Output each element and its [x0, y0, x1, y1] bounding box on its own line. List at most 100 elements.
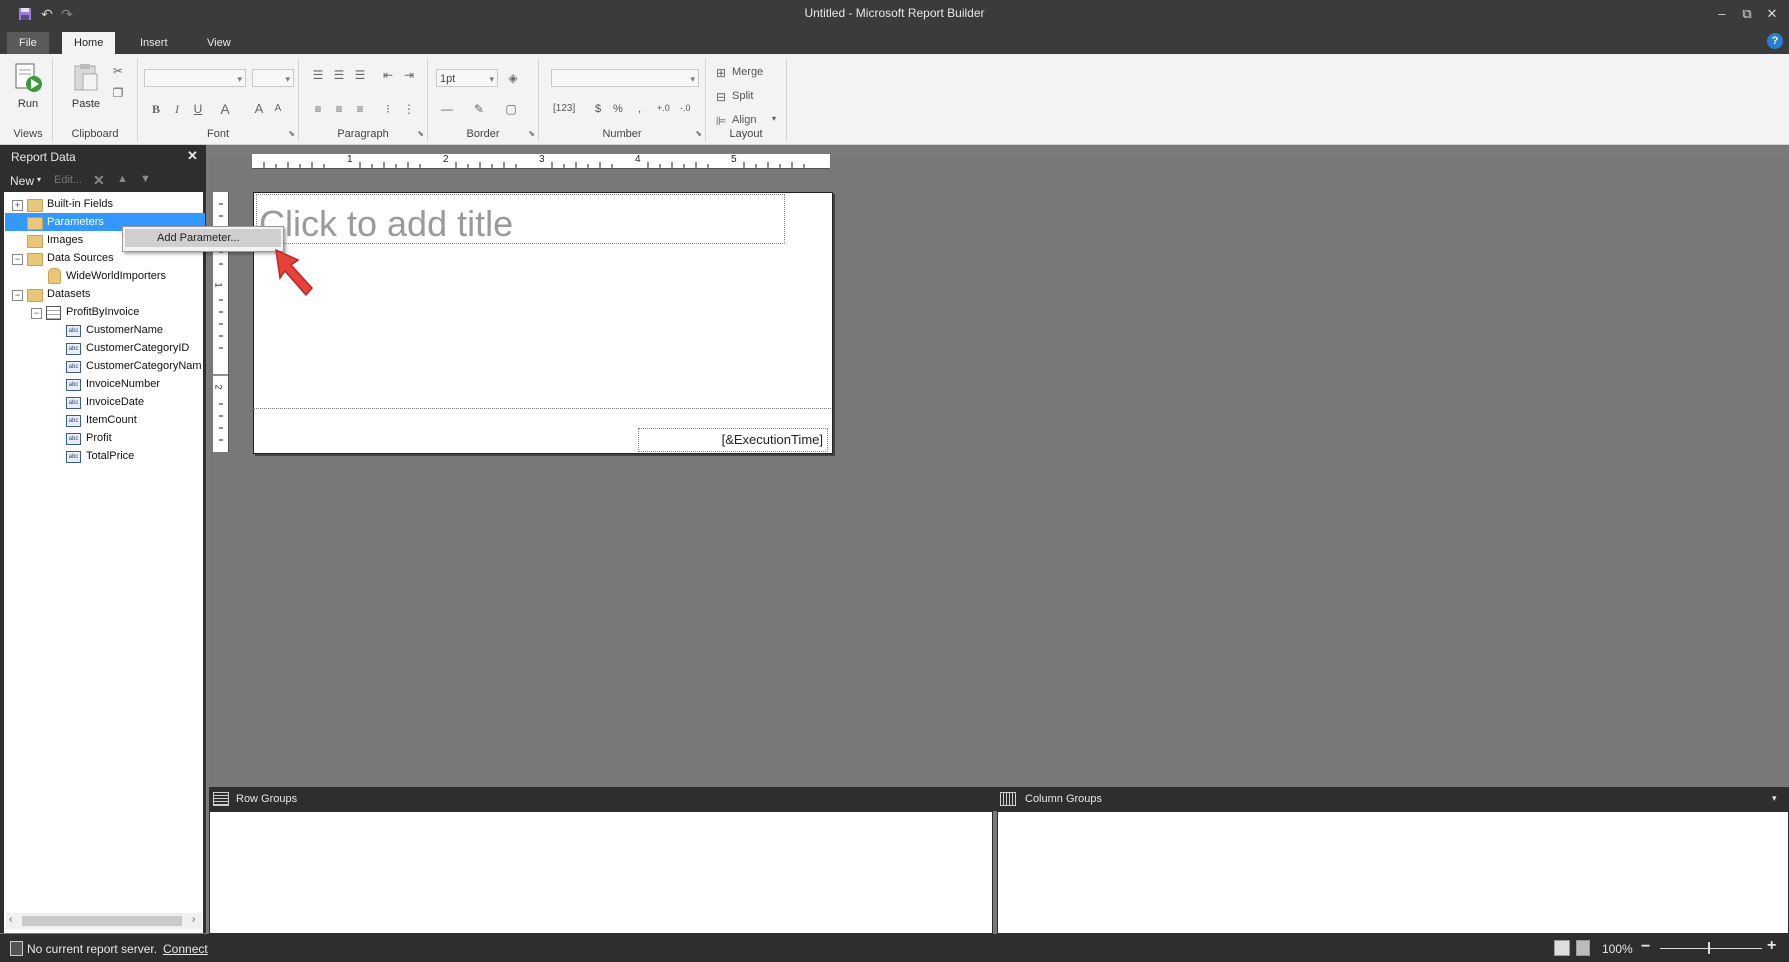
tree-item-datasets[interactable]: Datasets — [47, 285, 90, 303]
tree-item-profitbyinvoice[interactable]: ProfitByInvoice — [66, 303, 139, 321]
delete-icon[interactable]: ✕ — [93, 172, 105, 189]
placeholder-format-button[interactable]: [123] — [553, 103, 575, 114]
border-color-icon[interactable]: ✎ — [470, 100, 488, 118]
grow-font-button[interactable]: A — [250, 100, 268, 118]
decrease-indent-icon[interactable]: ⇤ — [379, 66, 397, 84]
zoom-in-button[interactable]: + — [1767, 937, 1776, 955]
copy-icon[interactable]: ❐ — [109, 84, 127, 102]
field-icon: abc — [66, 433, 81, 445]
field-item[interactable]: ItemCount — [86, 411, 137, 429]
collapse-datasets-icon[interactable]: − — [12, 290, 23, 301]
scrollbar-thumb[interactable] — [22, 916, 182, 926]
align-center-icon[interactable]: ≡ — [330, 100, 348, 118]
close-window-button[interactable]: ✕ — [1759, 4, 1785, 24]
borders-icon[interactable]: ▢ — [502, 100, 520, 118]
fill-color-icon[interactable]: ◈ — [504, 69, 522, 87]
font-color-button[interactable]: A — [216, 100, 234, 118]
number-format-combo[interactable]: ▾ — [551, 69, 699, 87]
collapse-dataset-icon[interactable]: − — [31, 308, 42, 319]
number-dialog-launcher-icon[interactable]: ⬊ — [695, 129, 702, 138]
design-view-icon[interactable] — [1554, 940, 1570, 956]
layout-group-label: Layout — [729, 128, 763, 140]
close-pane-button[interactable]: ✕ — [187, 148, 198, 164]
font-group-label: Font — [206, 128, 229, 140]
title-textbox[interactable]: Click to add title — [256, 194, 785, 244]
zoom-slider-thumb[interactable] — [1708, 942, 1710, 954]
align-bottom-icon[interactable]: ☰ — [351, 66, 369, 84]
connect-link[interactable]: Connect — [163, 942, 208, 956]
align-right-icon[interactable]: ≡ — [351, 100, 369, 118]
shrink-font-button[interactable]: A — [269, 100, 287, 118]
currency-button[interactable]: $ — [595, 103, 601, 115]
underline-button[interactable]: U — [189, 100, 207, 118]
field-item[interactable]: CustomerCategoryID — [86, 339, 189, 357]
split-button[interactable]: Split — [732, 90, 753, 102]
scroll-right-icon[interactable]: › — [192, 914, 195, 925]
tab-home[interactable]: Home — [62, 32, 116, 54]
increase-decimal-button[interactable]: +.0 — [657, 103, 670, 113]
decrease-decimal-button[interactable]: -.0 — [680, 103, 691, 113]
expand-builtin-fields-icon[interactable]: + — [12, 200, 23, 211]
grouping-pane-header: Row Groups Column Groups ▾ — [209, 787, 1789, 811]
merge-button[interactable]: Merge — [732, 66, 763, 78]
italic-button[interactable]: I — [168, 100, 186, 118]
execution-time-textbox[interactable]: [&ExecutionTime] — [638, 428, 828, 452]
increase-indent-icon[interactable]: ⇥ — [400, 66, 418, 84]
column-groups-pane[interactable] — [997, 811, 1789, 934]
field-item[interactable]: CustomerCategoryNam — [86, 357, 204, 375]
tab-insert[interactable]: Insert — [128, 32, 180, 54]
font-dialog-launcher-icon[interactable]: ⬊ — [288, 129, 295, 138]
pane-horizontal-scrollbar[interactable]: ‹ › — [6, 913, 202, 929]
field-item[interactable]: InvoiceDate — [86, 393, 144, 411]
border-style-icon[interactable]: — — [438, 100, 456, 118]
tree-item-wideworldimporters[interactable]: WideWorldImporters — [66, 267, 166, 285]
run-button[interactable]: Run — [7, 62, 49, 110]
percent-button[interactable]: % — [613, 103, 623, 115]
run-icon — [15, 63, 42, 92]
cut-icon[interactable]: ✂ — [109, 62, 127, 80]
field-item[interactable]: InvoiceNumber — [86, 375, 160, 393]
views-group: Run Views — [4, 58, 53, 142]
align-middle-icon[interactable]: ☰ — [330, 66, 348, 84]
align-left-icon[interactable]: ≡ — [309, 100, 327, 118]
border-dialog-launcher-icon[interactable]: ⬊ — [528, 129, 535, 138]
add-parameter-menu-item[interactable]: Add Parameter... — [125, 229, 281, 247]
scroll-left-icon[interactable]: ‹ — [9, 914, 12, 925]
zoom-out-button[interactable]: − — [1641, 938, 1650, 956]
grouping-options-dropdown-icon[interactable]: ▾ — [1772, 793, 1777, 804]
edit-button[interactable]: Edit... — [54, 174, 82, 186]
minimize-button[interactable]: – — [1709, 4, 1735, 24]
move-down-icon[interactable]: ▼ — [140, 173, 151, 185]
font-family-combo[interactable]: ▾ — [144, 69, 246, 87]
field-item[interactable]: CustomerName — [86, 321, 163, 339]
zoom-slider[interactable] — [1660, 948, 1762, 949]
font-size-combo[interactable]: ▾ — [252, 69, 294, 87]
field-item[interactable]: TotalPrice — [86, 447, 134, 465]
restore-button[interactable]: ⧉ — [1734, 4, 1760, 24]
collapse-data-sources-icon[interactable]: − — [12, 254, 23, 265]
comma-button[interactable]: , — [638, 103, 641, 115]
bold-button[interactable]: B — [147, 100, 165, 118]
tree-item-images[interactable]: Images — [47, 231, 83, 249]
paragraph-dialog-launcher-icon[interactable]: ⬊ — [417, 129, 424, 138]
new-dropdown-icon[interactable]: ▾ — [37, 175, 41, 184]
help-icon[interactable]: ? — [1767, 33, 1783, 49]
tree-item-builtin-fields[interactable]: Built-in Fields — [47, 195, 113, 213]
paste-button[interactable]: Paste — [65, 62, 107, 110]
tree-item-data-sources[interactable]: Data Sources — [47, 249, 114, 267]
row-groups-pane[interactable] — [209, 811, 993, 934]
tab-file[interactable]: File — [7, 32, 49, 54]
align-dropdown-icon[interactable]: ▾ — [772, 114, 776, 123]
numbering-icon[interactable]: ⋮ — [400, 100, 418, 118]
tree-item-parameters[interactable]: Parameters — [47, 213, 104, 231]
new-menu-button[interactable]: New — [10, 174, 34, 188]
page-footer-divider — [253, 408, 831, 409]
border-width-combo[interactable]: 1pt ▾ — [436, 69, 498, 87]
tab-view[interactable]: View — [195, 32, 243, 54]
align-button[interactable]: Align — [732, 114, 756, 126]
move-up-icon[interactable]: ▲ — [117, 173, 128, 185]
bullets-icon[interactable]: ⁝ — [379, 100, 397, 118]
field-item[interactable]: Profit — [86, 429, 112, 447]
print-layout-icon[interactable] — [1576, 940, 1590, 956]
align-top-icon[interactable]: ☰ — [309, 66, 327, 84]
